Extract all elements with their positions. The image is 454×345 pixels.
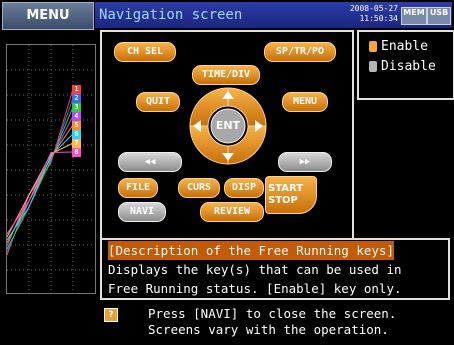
help-bar: ? Press [NAVI] to close the screen. Scre… [100, 304, 452, 342]
mem-badge: MEM [401, 7, 427, 25]
legend-box: Enable Disable [357, 30, 454, 100]
description-title: [Description of the Free Running keys] [108, 241, 394, 260]
menu-button[interactable]: MENU [282, 92, 328, 112]
menu-tab[interactable]: MENU [2, 2, 94, 30]
waveform-chart: 12345678 [6, 44, 96, 294]
legend-enable: Enable [369, 38, 428, 54]
channel-label: 6 [72, 130, 81, 139]
channel-trace [7, 151, 74, 235]
time-div-button[interactable]: TIME/DIV [192, 65, 260, 85]
description-line-1: Displays the key(s) that can be used in [108, 262, 402, 277]
curs-button[interactable]: CURS [178, 178, 220, 198]
help-icon: ? [104, 308, 118, 322]
datetime: 2008-05-27 11:50:34 [340, 4, 398, 24]
channel-label: 7 [72, 139, 81, 148]
ch-sel-button[interactable]: CH SEL [114, 42, 176, 62]
time-text: 11:50:34 [359, 14, 398, 23]
channel-label: 1 [72, 85, 81, 94]
screen-title: Navigation screen [99, 7, 243, 23]
channel-label: 4 [72, 112, 81, 121]
date-text: 2008-05-27 [349, 4, 398, 13]
legend-disable: Disable [369, 58, 436, 74]
disable-swatch [369, 60, 377, 72]
disp-button[interactable]: DISP [224, 178, 264, 198]
waveform-svg [7, 45, 95, 293]
enable-label: Enable [381, 38, 428, 54]
description-line-2: Free Running status. [Enable] key only. [108, 281, 402, 296]
channel-label: 3 [72, 103, 81, 112]
stop-label: STOP [268, 195, 298, 206]
help-line-1: Press [NAVI] to close the screen. [148, 306, 397, 321]
start-label: START [268, 183, 304, 194]
rewind-button[interactable]: ◀◀ [118, 152, 182, 172]
review-button[interactable]: REVIEW [200, 202, 264, 222]
start-stop-button[interactable]: START STOP [265, 176, 317, 214]
ent-label: ENT [215, 119, 241, 132]
navigation-panel: CH SEL SP/TR/PO TIME/DIV QUIT MENU ENT ◀… [100, 30, 354, 241]
navi-button[interactable]: NAVI [118, 202, 166, 222]
forward-button[interactable]: ▶▶ [278, 152, 332, 172]
channel-label: 8 [72, 148, 81, 157]
disable-label: Disable [381, 58, 436, 74]
sp-tr-po-button[interactable]: SP/TR/PO [264, 42, 336, 62]
help-line-2: Screens vary with the operation. [148, 322, 389, 337]
enable-swatch [369, 40, 377, 52]
chart-footer [6, 296, 96, 342]
usb-badge: USB [427, 7, 451, 25]
quit-button[interactable]: QUIT [136, 92, 180, 112]
title-bar: Navigation screen 2008-05-27 11:50:34 ME… [95, 2, 452, 28]
channel-label: 2 [72, 94, 81, 103]
file-button[interactable]: FILE [118, 178, 158, 198]
channel-label: 5 [72, 121, 81, 130]
description-box: [Description of the Free Running keys] D… [100, 238, 450, 300]
